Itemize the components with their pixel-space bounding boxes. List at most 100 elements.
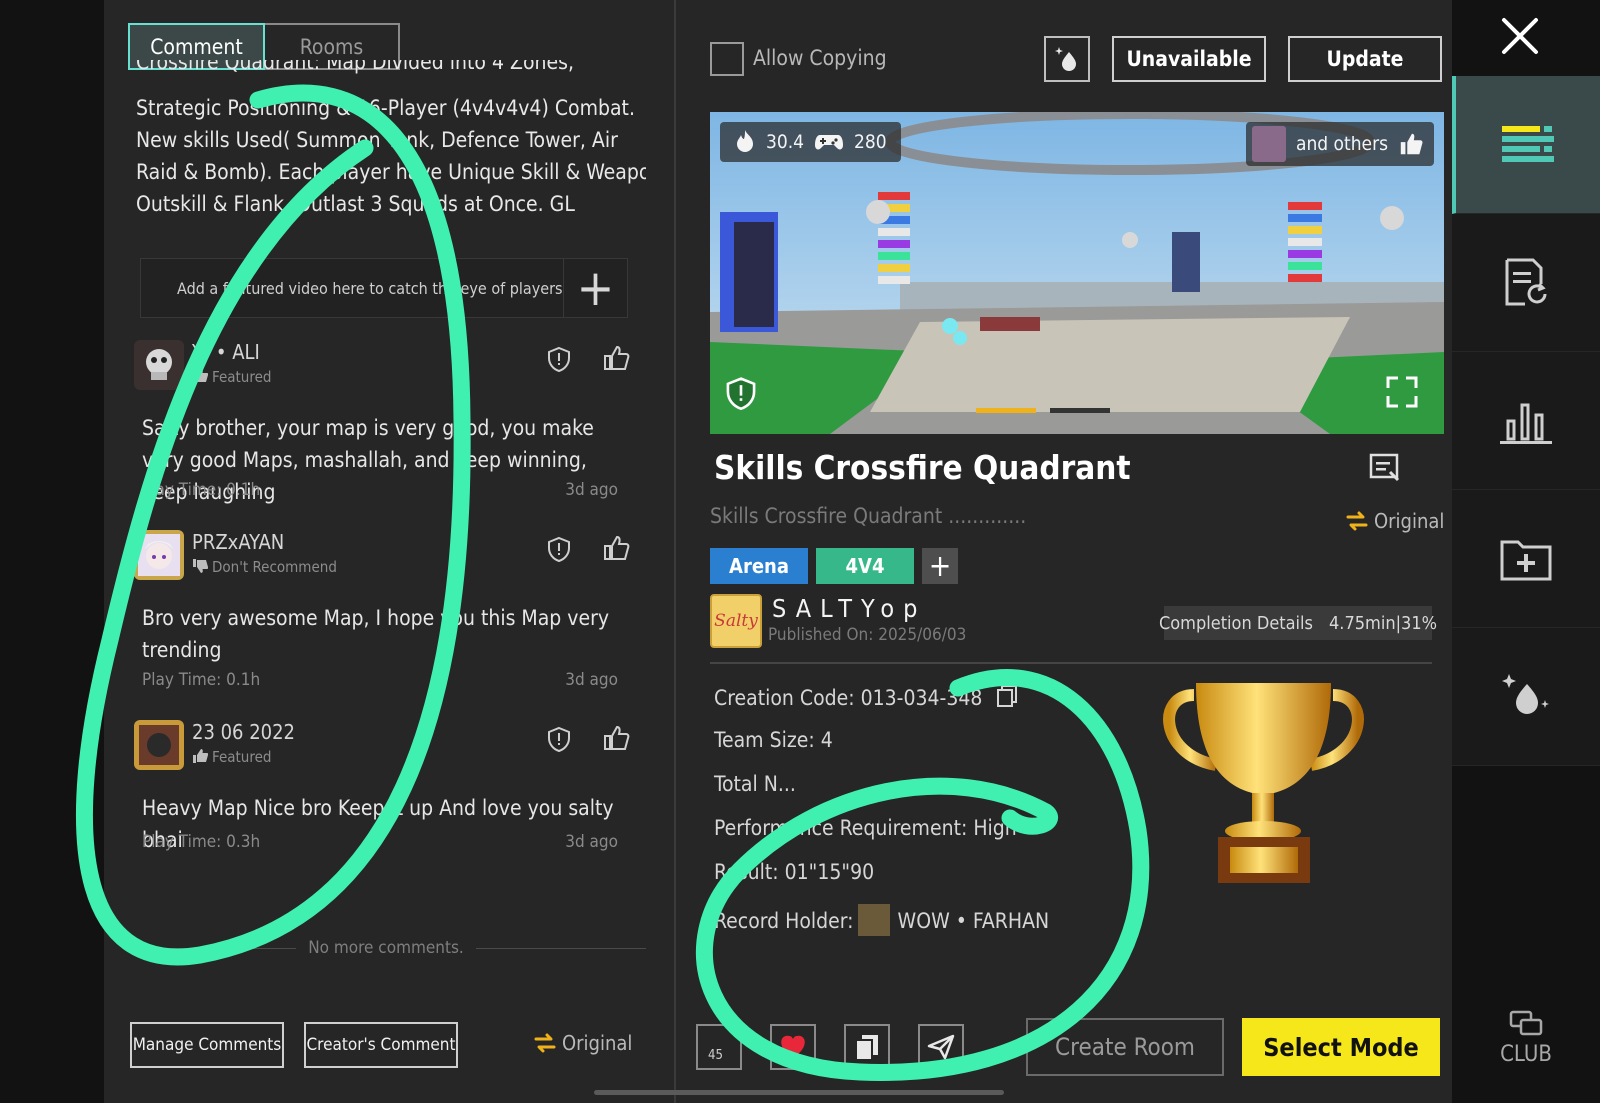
close-icon[interactable] [1498,14,1542,58]
rating-badge[interactable]: 45 [696,1024,742,1070]
thumbs-up-icon [193,749,208,763]
tag-arena[interactable]: Arena [710,548,808,584]
like-icon[interactable] [602,534,630,562]
send-icon [927,1034,955,1060]
original-label: Original [1374,509,1445,533]
copy-map-button[interactable] [844,1024,890,1070]
creation-code: Creation Code: 013-034-348 [714,686,983,710]
report-shield-icon[interactable] [546,536,572,562]
trophy-icon [1163,683,1364,883]
plays-value: 280 [854,131,887,153]
original-toggle[interactable]: Original [532,1030,632,1056]
description-line: Crossfire Quadrant: Map Divided into 4 Z… [136,60,574,74]
map-description: Crossfire Quadrant: Map Divided into 4 Z… [136,60,646,220]
favorite-button[interactable] [770,1024,816,1070]
and-others-label: and others [1295,133,1388,155]
document-copy-icon [855,1035,878,1061]
featured-video-box[interactable]: Add a featured video here to catch the e… [140,258,628,318]
list-icon [1502,125,1554,162]
tag-4v4[interactable]: 4V4 [816,548,914,584]
report-shield-icon[interactable] [546,726,572,752]
original-toggle[interactable]: Original [1344,508,1444,534]
club-label: CLUB [1500,1042,1552,1067]
thumbs-up-icon [193,369,208,383]
comment-tag-label: Featured [212,748,272,766]
thumbs-down-icon [193,559,208,573]
avatar[interactable] [857,904,890,936]
comment-tag: Don't Recommend [192,558,337,576]
club-button[interactable]: CLUB [1452,1010,1600,1067]
hot-value: 30.4 [766,131,805,153]
effects-button[interactable] [1044,36,1090,82]
map-title: Skills Crossfire Quadrant [714,448,1131,487]
total-players: Total N... [714,772,796,796]
avatar [1251,126,1286,162]
update-button[interactable]: Update [1288,36,1442,82]
comment-timestamp: 3d ago [565,832,618,852]
bar-chart-icon [1500,403,1552,444]
creators-comment-button[interactable]: Creator's Comment [304,1022,458,1068]
horizontal-scrollbar[interactable] [594,1090,1004,1095]
result-time: Result: 01"15"90 [714,860,875,884]
completion-label: Completion Details [1158,612,1313,634]
sidebar-item-effects[interactable] [1452,628,1600,766]
select-mode-button[interactable]: Select Mode [1242,1018,1440,1076]
map-preview-image[interactable]: 30.4 280 and others [710,112,1444,434]
manage-comments-button[interactable]: Manage Comments [130,1022,284,1068]
copy-icon[interactable] [996,684,1018,708]
like-icon[interactable] [602,724,630,752]
liked-by[interactable]: and others [1245,122,1434,166]
chat-bubbles-icon [1509,1010,1543,1036]
comment-play-time: Play Time: 0.1h [142,670,261,690]
performance-requirement: Performance Requirement: High [714,816,1017,840]
map-stats: 30.4 280 [720,122,901,162]
description-line: Outskill & Flank, Outlast 3 Squads at On… [136,192,575,216]
record-holder-name[interactable]: WOW • FARHAN [898,909,1050,933]
like-icon[interactable] [602,344,630,372]
report-shield-icon[interactable] [546,346,572,372]
comment-body: Bro very awesome Map, I hope you this Ma… [142,606,610,662]
completion-details[interactable]: Completion Details 4.75min|31% [1159,606,1437,640]
creator-avatar[interactable]: Salty [710,594,762,648]
team-size: Team Size: 4 [714,728,833,752]
sidebar-item-stats[interactable] [1452,352,1600,490]
published-date: Published On: 2025/06/03 [768,625,967,645]
no-more-label: No more comments. [308,938,464,958]
right-sidebar: CLUB [1452,0,1600,1103]
comment-author[interactable]: PRZxAYAN [192,530,284,554]
edit-details-icon[interactable] [1368,452,1402,484]
completion-value: 4.75min|31% [1329,612,1438,634]
original-label: Original [562,1031,633,1055]
create-room-button[interactable]: Create Room [1026,1018,1224,1076]
comment-tag-label: Featured [212,368,272,386]
comment-tag-label: Don't Recommend [212,558,337,576]
comment-timestamp: 3d ago [565,480,618,500]
avatar[interactable] [134,340,184,390]
add-video-button[interactable]: + [563,258,627,318]
avatar[interactable] [134,720,184,770]
sparkle-drop-icon [1055,47,1076,71]
sidebar-item-details[interactable] [1452,76,1600,214]
report-shield-icon[interactable] [724,376,758,410]
no-more-comments: No more comments. [126,936,647,960]
comment-item: PRZxAYAN Don't Recommend Bro very awesom… [134,530,634,710]
comment-author[interactable]: Y¹ • ALI [192,340,260,364]
avatar[interactable] [134,530,184,580]
sidebar-item-records[interactable] [1452,214,1600,352]
fullscreen-icon[interactable] [1384,374,1420,410]
add-tag-button[interactable]: + [922,548,958,584]
comment-timestamp: 3d ago [565,670,618,690]
sidebar-item-add-folder[interactable] [1452,490,1600,628]
comment-play-time: Play Time: 0.1h [142,480,261,500]
divider [710,662,1432,664]
creator-name[interactable]: SALTYop [772,594,926,623]
allow-copying-checkbox[interactable] [710,42,744,76]
description-line: Strategic Positioning & 16-Player (4v4v4… [136,96,635,120]
comment-tag: Featured [192,748,271,766]
comment-author[interactable]: 23 06 2022 [192,720,295,744]
comment-play-time: Play Time: 0.3h [142,832,261,852]
background-gutter [0,0,104,1103]
share-button[interactable] [918,1024,964,1070]
record-holder-label: Record Holder: [714,909,854,933]
unavailable-button[interactable]: Unavailable [1112,36,1266,82]
